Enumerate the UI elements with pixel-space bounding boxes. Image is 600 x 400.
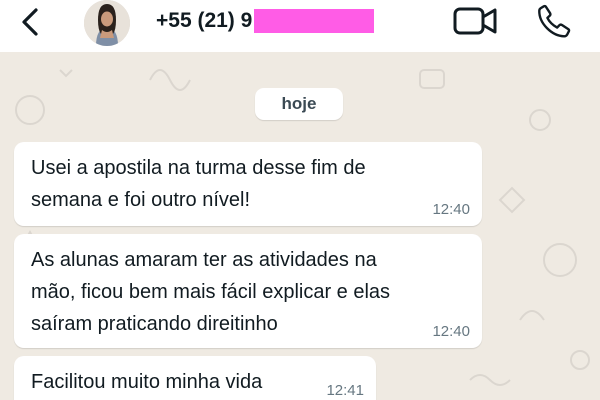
message-bubble[interactable]: Usei a apostila na turma desse fim de se… [14, 142, 482, 226]
video-call-icon [453, 7, 497, 35]
video-call-button[interactable] [452, 4, 500, 38]
message-text: As alunas amaram ter as atividades na mã… [31, 249, 391, 335]
message-bubble[interactable]: Facilitou muito minha vida 12:41 [14, 356, 376, 400]
contact-number[interactable]: +55 (21) 9 [156, 9, 375, 33]
message-time: 12:41 [326, 382, 364, 399]
message-bubble[interactable]: As alunas amaram ter as atividades na mã… [14, 234, 482, 348]
date-separator: hoje [255, 88, 343, 120]
message-text: Usei a apostila na turma desse fim de se… [31, 157, 366, 211]
message-time: 12:40 [432, 201, 470, 218]
phone-call-icon [538, 4, 571, 38]
back-button[interactable] [14, 6, 48, 38]
contact-number-text: +55 (21) 9 [156, 9, 253, 32]
redaction-block [254, 9, 375, 33]
message-text: Facilitou muito minha vida [31, 371, 263, 393]
chat-screen: +55 (21) 9 hoje Usei a apostila na turma… [0, 0, 600, 400]
arrow-back-icon [22, 8, 38, 36]
chat-header: +55 (21) 9 [0, 0, 600, 52]
contact-avatar[interactable] [84, 0, 130, 46]
voice-call-button[interactable] [536, 3, 572, 39]
avatar-photo [84, 0, 130, 46]
message-time: 12:40 [432, 323, 470, 340]
